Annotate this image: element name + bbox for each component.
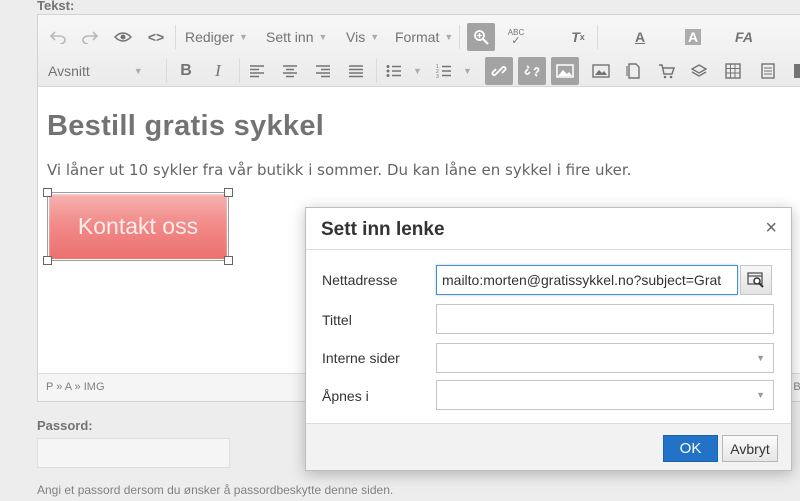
password-field[interactable] bbox=[37, 438, 230, 468]
svg-text:3: 3 bbox=[436, 74, 439, 78]
clear-format-icon[interactable]: Tx bbox=[564, 23, 592, 51]
selected-image[interactable]: Kontakt oss bbox=[43, 188, 233, 265]
align-right-icon[interactable] bbox=[309, 57, 337, 85]
title-input[interactable] bbox=[436, 304, 774, 334]
statusbar-right-text: BY bbox=[793, 381, 800, 393]
cancel-button[interactable]: Avbryt bbox=[722, 435, 778, 462]
template-icon[interactable] bbox=[620, 57, 648, 85]
insert-link-dialog: Sett inn lenke × Nettadresse mailto:mort… bbox=[305, 207, 792, 471]
browse-search-icon bbox=[747, 272, 764, 288]
tekst-label: Tekst: bbox=[37, 0, 75, 13]
element-path[interactable]: P » A » IMG bbox=[46, 381, 105, 393]
chevron-down-icon: ▼ bbox=[463, 66, 472, 76]
content-paragraph[interactable]: Vi låner ut 10 sykler fra vår butikk i s… bbox=[47, 161, 631, 179]
menu-sett-inn-label: Sett inn bbox=[266, 29, 314, 45]
menu-format-label: Format bbox=[395, 29, 440, 45]
contact-button-image: Kontakt oss bbox=[49, 194, 227, 259]
check-mark-icon: ✓ bbox=[511, 35, 521, 47]
numbered-list-dropdown[interactable]: ▼ bbox=[458, 57, 472, 85]
italic-icon[interactable]: I bbox=[204, 57, 232, 85]
chevron-down-icon: ▼ bbox=[444, 32, 454, 42]
bullet-list-dropdown[interactable]: ▼ bbox=[408, 57, 422, 85]
numbered-list-icon[interactable]: 123 bbox=[430, 57, 458, 85]
internal-pages-select[interactable]: ▼ bbox=[436, 343, 774, 373]
redo-icon[interactable] bbox=[76, 23, 104, 51]
block-format-select[interactable]: Avsnitt ▼ bbox=[48, 57, 158, 85]
menu-sett-inn[interactable]: Sett inn ▼ bbox=[266, 23, 327, 51]
chevron-down-icon: ▼ bbox=[239, 32, 248, 42]
align-left-icon[interactable] bbox=[243, 57, 271, 85]
browse-button[interactable] bbox=[740, 265, 772, 295]
bold-icon[interactable]: B bbox=[172, 57, 200, 85]
resize-handle-bottom-left[interactable] bbox=[43, 256, 52, 265]
chevron-down-icon: ▼ bbox=[756, 353, 765, 363]
link-icon[interactable] bbox=[485, 57, 513, 85]
image-icon[interactable] bbox=[551, 57, 579, 85]
editor-toolbar: <> Rediger ▼ Sett inn ▼ Vis ▼ Format ▼ ABC ✓ … bbox=[38, 15, 800, 87]
resize-handle-top-right[interactable] bbox=[224, 188, 233, 197]
justify-icon[interactable] bbox=[342, 57, 370, 85]
align-center-icon[interactable] bbox=[276, 57, 304, 85]
content-heading[interactable]: Bestill gratis sykkel bbox=[47, 110, 324, 143]
resize-handle-top-left[interactable] bbox=[43, 188, 52, 197]
resize-handle-bottom-right[interactable] bbox=[224, 256, 233, 265]
block-format-label: Avsnitt bbox=[48, 63, 90, 79]
preview-icon[interactable] bbox=[109, 23, 137, 51]
internal-pages-label: Interne sider bbox=[322, 350, 400, 366]
dialog-title: Sett inn lenke bbox=[321, 219, 445, 240]
passord-label: Passord: bbox=[37, 418, 93, 433]
chevron-down-icon: ▼ bbox=[413, 66, 422, 76]
table-icon[interactable] bbox=[719, 57, 747, 85]
chevron-down-icon: ▼ bbox=[756, 390, 765, 400]
menu-format[interactable]: Format ▼ bbox=[395, 23, 453, 51]
background-color-icon[interactable]: A bbox=[679, 23, 707, 51]
font-size-icon[interactable]: FA bbox=[730, 23, 758, 51]
bullet-list-icon[interactable] bbox=[380, 57, 408, 85]
chevron-down-icon: ▼ bbox=[370, 32, 380, 42]
menu-vis-label: Vis bbox=[346, 29, 366, 45]
chevron-down-icon: ▼ bbox=[318, 32, 328, 42]
close-icon[interactable]: × bbox=[765, 217, 777, 240]
open-in-label: Åpnes i bbox=[322, 388, 369, 404]
cart-icon[interactable] bbox=[652, 57, 680, 85]
url-input[interactable]: mailto:morten@gratissykkel.no?subject=Gr… bbox=[436, 265, 738, 295]
undo-icon[interactable] bbox=[44, 23, 72, 51]
title-label: Tittel bbox=[322, 312, 352, 328]
source-code-icon[interactable]: <> bbox=[142, 23, 170, 51]
ok-button[interactable]: OK bbox=[663, 435, 718, 462]
chevron-down-icon: ▼ bbox=[133, 66, 143, 76]
menu-rediger[interactable]: Rediger ▼ bbox=[185, 23, 248, 51]
dialog-header: Sett inn lenke × bbox=[306, 208, 791, 250]
layers-icon[interactable] bbox=[685, 57, 713, 85]
page-break-icon[interactable] bbox=[786, 57, 800, 85]
spellcheck-icon[interactable]: ABC ✓ bbox=[502, 23, 530, 51]
url-label: Nettadresse bbox=[322, 272, 398, 288]
menu-rediger-label: Rediger bbox=[185, 29, 235, 45]
dialog-footer: OK Avbryt bbox=[306, 423, 791, 470]
text-color-icon[interactable]: A bbox=[626, 23, 654, 51]
menu-vis[interactable]: Vis ▼ bbox=[346, 23, 379, 51]
search-replace-icon[interactable] bbox=[467, 23, 495, 51]
media-icon[interactable] bbox=[587, 57, 615, 85]
document-icon[interactable] bbox=[754, 57, 782, 85]
open-in-select[interactable]: ▼ bbox=[436, 380, 774, 410]
contact-button-text: Kontakt oss bbox=[77, 213, 199, 239]
unlink-icon[interactable] bbox=[518, 57, 546, 85]
password-hint: Angi et passord dersom du ønsker å passo… bbox=[37, 483, 394, 497]
